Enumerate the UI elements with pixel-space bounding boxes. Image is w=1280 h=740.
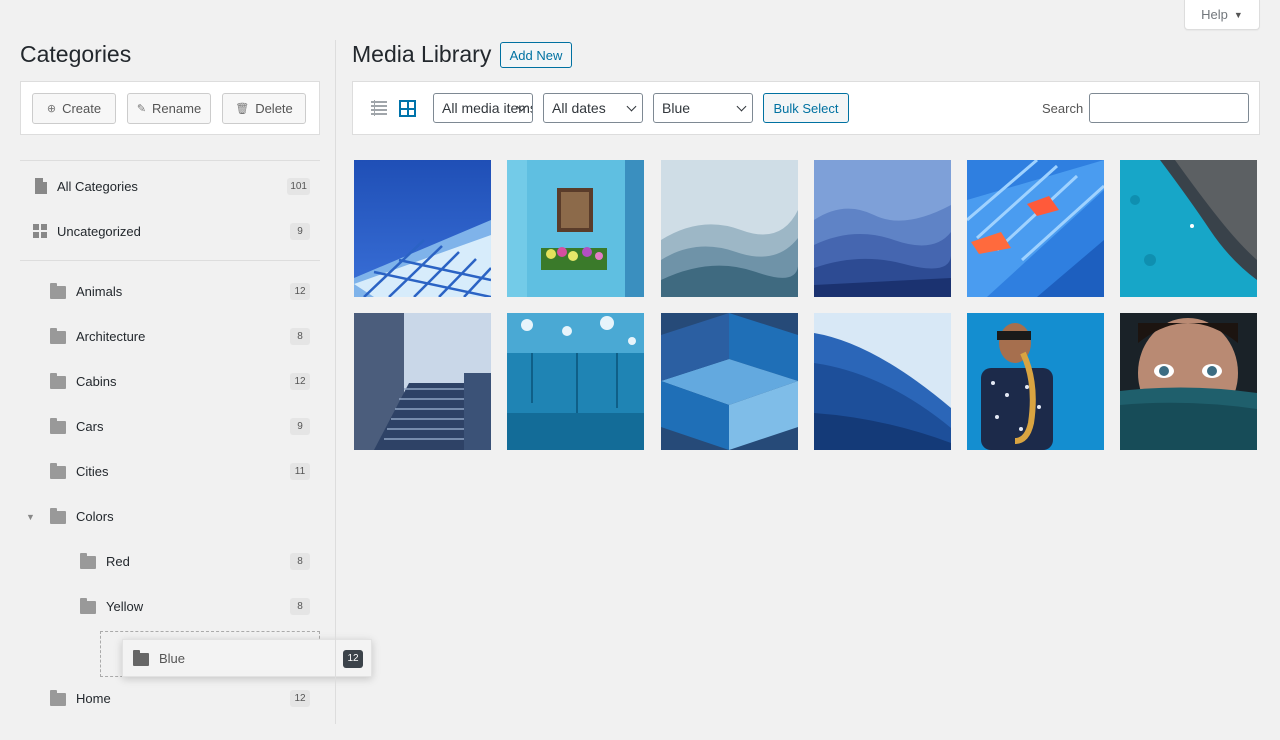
trash-icon: 🗑 [235,103,250,115]
page-icon [35,178,47,194]
sidebar-item-cars[interactable]: Cars 9 [50,411,310,441]
sidebar-item-uncategorized[interactable]: Uncategorized 9 [33,216,310,246]
media-thumbnail[interactable] [661,160,798,297]
category-label: Cars [76,418,104,434]
folder-icon [50,327,66,344]
category-label: Red [106,553,130,569]
grid-view-icon[interactable] [399,100,416,117]
category-label: Cabins [76,373,117,389]
help-label: Help [1201,7,1228,22]
divider [20,260,320,261]
sidebar-item-yellow[interactable]: Yellow 8 [80,591,310,621]
category-label: Architecture [76,328,146,344]
create-button[interactable]: ⊕ Create [32,93,116,124]
category-label: Animals [76,283,123,299]
plus-circle-icon: ⊕ [46,103,57,115]
rename-label: Rename [152,101,202,116]
media-toolbar: All media items All dates Blue Bulk Sele… [352,81,1260,135]
category-label: Colors [76,508,114,524]
category-actions: ⊕ Create ✎ Rename 🗑 Delete [20,81,320,135]
chevron-down-icon [736,101,747,112]
categories-title: Categories [20,41,132,67]
media-type-filter[interactable]: All media items [433,93,533,123]
folder-icon [50,372,66,389]
media-thumbnail[interactable] [1120,160,1257,297]
category-label: All Categories [57,178,138,194]
folder-icon [133,649,149,666]
folder-icon [80,552,96,569]
category-count: 101 [287,178,310,195]
folder-icon [50,462,66,479]
category-label: Yellow [106,598,144,614]
expand-caret-icon[interactable]: ▼ [26,512,35,522]
delete-button[interactable]: 🗑 Delete [222,93,306,124]
chevron-down-icon [626,101,637,112]
category-label: Cities [76,463,109,479]
sidebar-item-colors[interactable]: Colors [50,501,310,531]
media-thumbnail[interactable] [507,160,644,297]
grid-icon [33,224,47,238]
date-value: All dates [552,100,606,116]
category-count: 11 [290,463,310,480]
sidebar-item-cities[interactable]: Cities 11 [50,456,310,486]
media-thumbnail[interactable] [354,160,491,297]
media-thumbnail[interactable] [814,313,951,450]
category-count: 8 [290,598,310,615]
sidebar-item-red[interactable]: Red 8 [80,546,310,576]
rename-button[interactable]: ✎ Rename [127,93,211,124]
category-label: Blue [159,650,186,666]
category-count: 12 [290,373,310,390]
media-thumbnail[interactable] [354,313,491,450]
date-filter[interactable]: All dates [543,93,643,123]
help-button[interactable]: Help ▼ [1184,0,1260,30]
category-count: 12 [290,690,310,707]
page-title: Media Library [352,41,492,67]
folder-icon [50,282,66,299]
category-label: Uncategorized [57,223,141,239]
media-thumbnail[interactable] [1120,313,1257,450]
search-input[interactable] [1089,93,1249,123]
folder-icon [80,597,96,614]
sidebar-item-home[interactable]: Home 12 [50,683,310,713]
sidebar-item-cabins[interactable]: Cabins 12 [50,366,310,396]
add-new-button[interactable]: Add New [500,42,572,68]
folder-icon [50,417,66,434]
sidebar-item-all-categories[interactable]: All Categories 101 [33,171,310,201]
sidebar-item-animals[interactable]: Animals 12 [50,276,310,306]
panel-divider[interactable] [335,40,336,724]
list-view-icon[interactable] [371,100,387,116]
media-thumbnail[interactable] [507,313,644,450]
category-filter[interactable]: Blue [653,93,753,123]
media-thumbnail[interactable] [967,313,1104,450]
sidebar-item-architecture[interactable]: Architecture 8 [50,321,310,351]
divider [20,160,320,161]
category-count: 12 [290,283,310,300]
category-count: 9 [290,223,310,240]
folder-icon [50,689,66,706]
media-thumbnail[interactable] [661,313,798,450]
category-count: 8 [290,553,310,570]
bulk-select-button[interactable]: Bulk Select [763,93,849,123]
pencil-icon: ✎ [136,103,147,115]
category-count: 12 [343,650,363,668]
delete-label: Delete [255,101,293,116]
category-count: 9 [290,418,310,435]
category-count: 8 [290,328,310,345]
caret-down-icon: ▼ [1233,9,1243,20]
create-label: Create [62,101,102,116]
search-label: Search [1042,101,1084,116]
category-label: Home [76,690,111,706]
category-value: Blue [662,100,691,116]
media-thumbnail[interactable] [814,160,951,297]
folder-icon [50,507,66,524]
media-thumbnail[interactable] [967,160,1104,297]
